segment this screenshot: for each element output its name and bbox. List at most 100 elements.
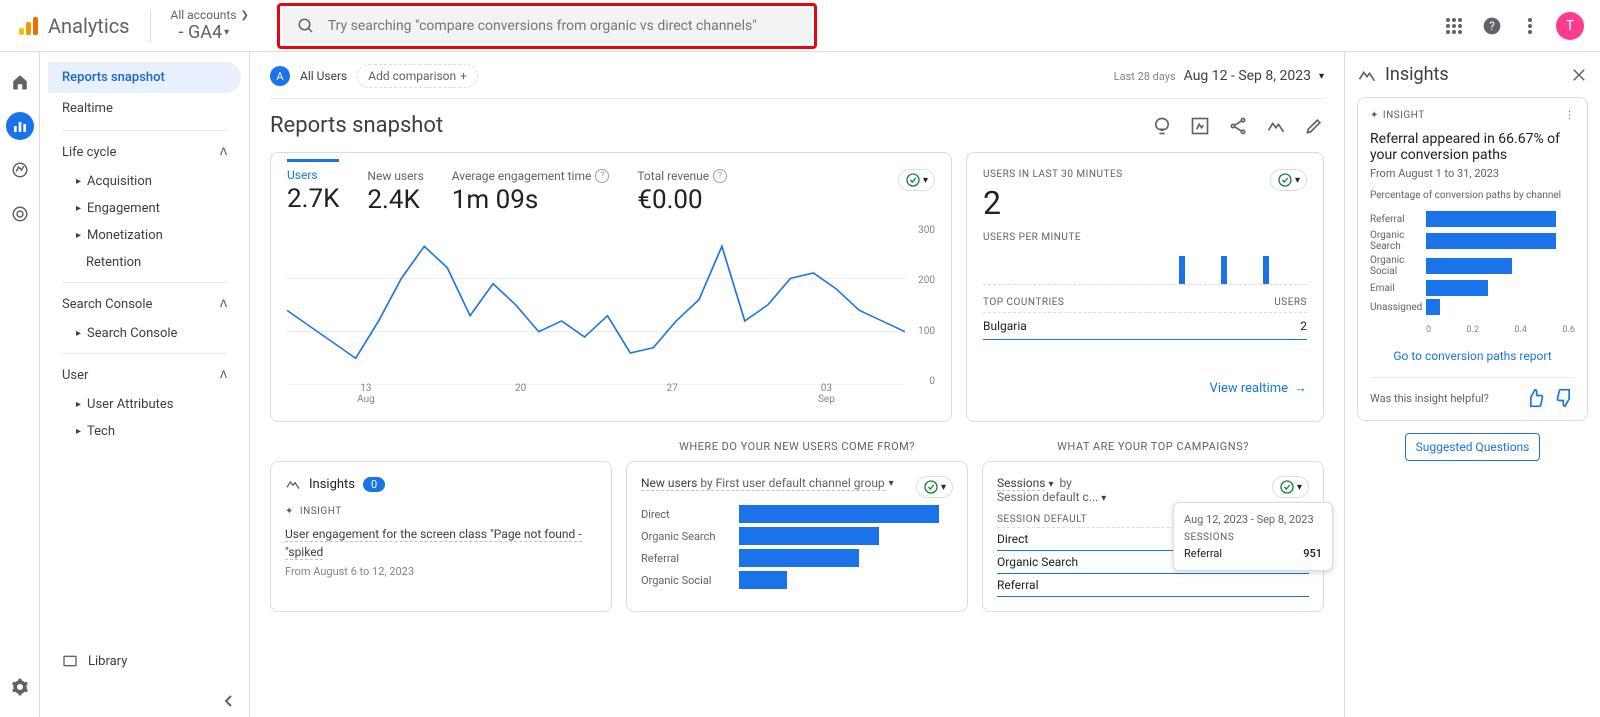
- nav-realtime[interactable]: Realtime: [48, 93, 241, 124]
- session-row: Referral: [997, 574, 1309, 597]
- help-icon[interactable]: ?: [1480, 14, 1504, 38]
- metric-value: 2.7K: [287, 184, 339, 214]
- metric-tab-users[interactable]: Users 2.7K: [287, 159, 339, 214]
- rail-explore-icon[interactable]: [6, 156, 34, 184]
- divider: [62, 282, 227, 283]
- sub-label: User Attributes: [87, 397, 173, 412]
- rail-reports-icon[interactable]: [6, 112, 34, 140]
- nav-reports-snapshot[interactable]: Reports snapshot: [48, 62, 241, 93]
- suggested-questions-button[interactable]: Suggested Questions: [1405, 433, 1541, 461]
- nav-tech[interactable]: ▸Tech: [48, 418, 241, 445]
- insight-card-desc: Percentage of conversion paths by channe…: [1370, 190, 1575, 201]
- metric-value: 1m 09s: [452, 185, 610, 215]
- section-header-campaigns: WHAT ARE YOUR TOP CAMPAIGNS?: [982, 440, 1324, 453]
- nav-engagement[interactable]: ▸Engagement: [48, 195, 241, 222]
- customize-icon[interactable]: [1190, 116, 1210, 136]
- insight-text: "spiked: [285, 545, 323, 560]
- search-icon: [294, 14, 318, 38]
- nav-group-search-console[interactable]: Search Consoleᐱ: [48, 289, 241, 320]
- page-title: Reports snapshot: [270, 113, 443, 138]
- by-label: by: [1059, 476, 1071, 490]
- lightbulb-icon[interactable]: [1152, 116, 1172, 136]
- insight-badge: INSIGHT: [1383, 110, 1425, 121]
- data-quality-chip[interactable]: ▾: [898, 169, 935, 191]
- sub-label: Engagement: [87, 201, 160, 216]
- tooltip-name: Referral: [1184, 547, 1222, 560]
- group-label: Life cycle: [62, 145, 116, 160]
- channel-bar-row: Organic Social: [641, 571, 953, 589]
- chevron-down-icon: ▾: [941, 482, 946, 493]
- sparkle-icon: ✦: [1370, 110, 1379, 121]
- more-icon[interactable]: [1518, 14, 1542, 38]
- dimension-selector[interactable]: New users by First user default channel …: [641, 476, 894, 491]
- data-quality-chip[interactable]: ▾: [1272, 476, 1309, 498]
- close-icon[interactable]: [1570, 66, 1588, 84]
- rail-admin-icon[interactable]: [6, 673, 34, 701]
- thumbs-down-icon[interactable]: [1555, 388, 1575, 408]
- arrow-right-icon: →: [1294, 380, 1307, 396]
- nav-monetization[interactable]: ▸Monetization: [48, 222, 241, 249]
- metric-tab-new-users[interactable]: New users 2.4K: [367, 169, 423, 215]
- conversion-paths-link[interactable]: Go to conversion paths report: [1370, 349, 1575, 363]
- sessions-campaign-card: Sessions ▾ by Session default c... ▾ ▾ S…: [982, 461, 1324, 612]
- edit-icon[interactable]: [1304, 116, 1324, 136]
- nav-library[interactable]: Library: [48, 645, 241, 677]
- rail-advertising-icon[interactable]: [6, 200, 34, 228]
- chevron-down-icon: ▾: [1048, 479, 1053, 490]
- chevron-down-icon: ▾: [1295, 175, 1300, 186]
- svg-text:?: ?: [1489, 19, 1495, 33]
- collapse-nav-icon[interactable]: [221, 693, 237, 709]
- chevron-up-icon: ᐱ: [220, 299, 227, 310]
- help-icon[interactable]: ?: [713, 169, 727, 183]
- avatar[interactable]: T: [1556, 12, 1584, 40]
- channel-bar-row: Direct: [641, 505, 953, 523]
- tooltip-value: 951: [1303, 547, 1322, 560]
- country-value: 2: [1300, 319, 1307, 333]
- overview-metrics-card: Users 2.7K New users 2.4K Average engage…: [270, 152, 952, 422]
- chevron-down-icon: ▾: [224, 27, 229, 38]
- insight-bar-row: Email: [1370, 280, 1575, 296]
- sub-label: Search Console: [87, 326, 177, 341]
- insight-text: User engagement for the screen class "Pa…: [285, 527, 582, 542]
- rail-home-icon[interactable]: [6, 68, 34, 96]
- help-icon[interactable]: ?: [595, 169, 609, 183]
- dimension-selector[interactable]: Sessions ▾ by Session default c... ▾: [997, 476, 1106, 504]
- nav-retention[interactable]: Retention: [48, 249, 241, 276]
- account-selector[interactable]: All accounts ❯: [171, 8, 249, 22]
- date-range-value: Aug 12 - Sep 8, 2023: [1184, 68, 1311, 84]
- insight-bar-row: Unassigned: [1370, 299, 1575, 315]
- tooltip-date: Aug 12, 2023 - Sep 8, 2023: [1184, 513, 1322, 526]
- property-selector[interactable]: - GA4 ▾: [179, 22, 249, 43]
- metric-tab-revenue[interactable]: Total revenue? €0.00: [637, 169, 727, 215]
- channel-bar-row: Referral: [641, 549, 953, 567]
- plus-icon: +: [460, 69, 467, 83]
- insights-icon[interactable]: [1266, 116, 1286, 136]
- chevron-right-icon: ▸: [76, 426, 81, 437]
- nav-search-console[interactable]: ▸Search Console: [48, 320, 241, 347]
- metric-label: New users: [367, 169, 423, 183]
- date-range-picker[interactable]: Last 28 days Aug 12 - Sep 8, 2023 ▾: [1114, 68, 1324, 84]
- tooltip-label: SESSIONS: [1184, 532, 1322, 543]
- apps-icon[interactable]: [1442, 14, 1466, 38]
- group-label: User: [62, 368, 88, 383]
- add-comparison-label: Add comparison: [368, 69, 456, 83]
- metric-label: Total revenue: [637, 169, 709, 183]
- metric-tab-engagement[interactable]: Average engagement time? 1m 09s: [452, 169, 610, 215]
- account-label: All accounts: [171, 8, 237, 22]
- more-icon[interactable]: ⋮: [1565, 110, 1576, 121]
- data-quality-chip[interactable]: ▾: [1270, 169, 1307, 191]
- col-header: SESSION DEFAULT: [997, 514, 1087, 525]
- search-input[interactable]: [328, 18, 800, 34]
- nav-acquisition[interactable]: ▸Acquisition: [48, 168, 241, 195]
- sub-label: Monetization: [87, 228, 163, 243]
- segment-label: All Users: [300, 69, 347, 83]
- data-quality-chip[interactable]: ▾: [916, 476, 953, 498]
- add-comparison-button[interactable]: Add comparison +: [357, 64, 478, 88]
- sparkle-icon: ✦: [285, 506, 294, 517]
- view-realtime-link[interactable]: View realtime →: [983, 380, 1307, 396]
- nav-user-attributes[interactable]: ▸User Attributes: [48, 391, 241, 418]
- thumbs-up-icon[interactable]: [1525, 388, 1545, 408]
- share-icon[interactable]: [1228, 116, 1248, 136]
- nav-group-lifecycle[interactable]: Life cycleᐱ: [48, 137, 241, 168]
- nav-group-user[interactable]: Userᐱ: [48, 360, 241, 391]
